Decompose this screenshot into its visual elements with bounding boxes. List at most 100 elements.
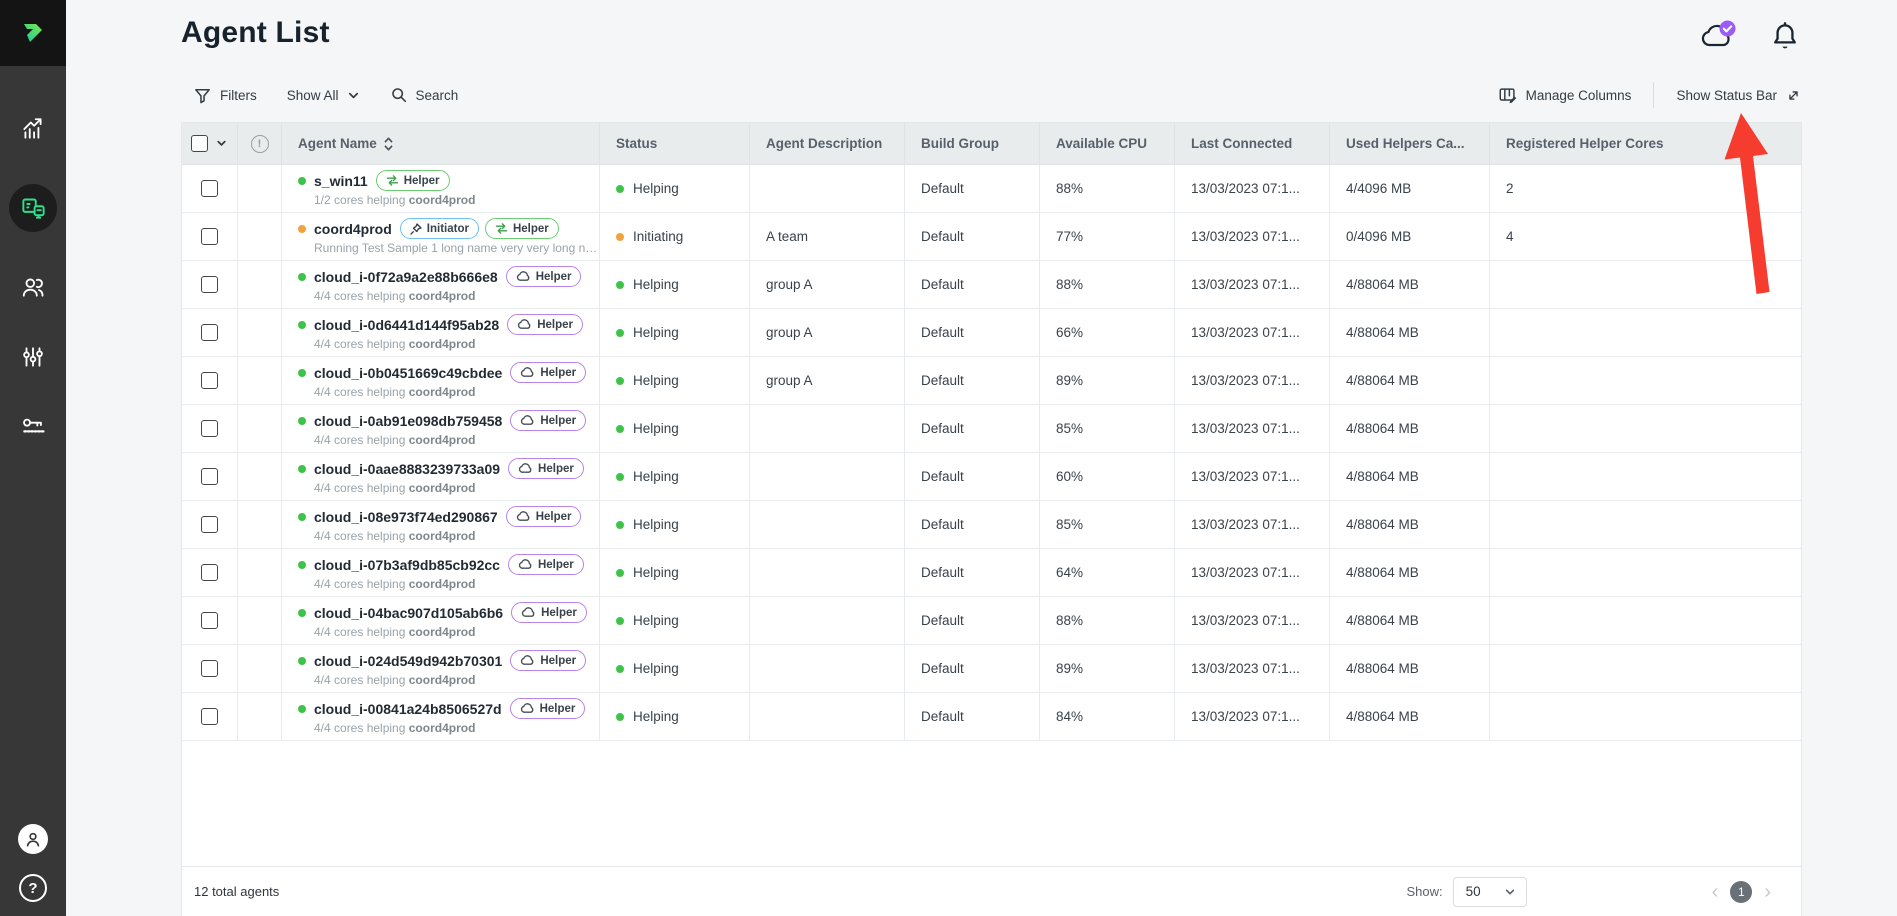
row-select-cell	[182, 549, 238, 596]
agent-name[interactable]: cloud_i-0aae8883239733a09	[314, 461, 500, 477]
profile-avatar[interactable]	[18, 824, 48, 854]
cloud-status-button[interactable]	[1698, 16, 1740, 56]
status-cell: Helping	[600, 261, 750, 308]
select-menu-chevron-icon[interactable]	[215, 137, 228, 150]
sidebar-item-license[interactable]	[18, 412, 48, 442]
prev-page-button[interactable]: ‹	[1712, 882, 1719, 902]
column-header-description[interactable]: Agent Description	[750, 123, 905, 164]
status-dot	[616, 425, 624, 433]
row-checkbox[interactable]	[201, 612, 218, 629]
agent-name-cell: cloud_i-0aae8883239733a09 Helper 4/4 cor…	[282, 453, 600, 500]
next-page-button[interactable]: ›	[1764, 882, 1771, 902]
sidebar-item-settings[interactable]	[18, 342, 48, 372]
sort-icon[interactable]	[383, 136, 394, 152]
build-group-cell: Default	[905, 165, 1040, 212]
row-checkbox[interactable]	[201, 276, 218, 293]
cloud-badge: Helper	[510, 650, 586, 671]
sidebar-item-users[interactable]	[18, 272, 48, 302]
build-group-cell: Default	[905, 405, 1040, 452]
search-button[interactable]: Search	[390, 86, 459, 104]
cloud-badge: Helper	[506, 506, 582, 527]
agent-name[interactable]: cloud_i-0f72a9a2e88b666e8	[314, 269, 498, 285]
agent-name[interactable]: cloud_i-0b0451669c49cbdee	[314, 365, 502, 381]
agent-name[interactable]: cloud_i-07b3af9db85cb92cc	[314, 557, 500, 573]
user-avatar-icon	[23, 829, 43, 849]
row-checkbox[interactable]	[201, 468, 218, 485]
last-connected-cell: 13/03/2023 07:1...	[1175, 165, 1330, 212]
agents-icon	[20, 195, 47, 222]
agent-name[interactable]: cloud_i-0d6441d144f95ab28	[314, 317, 499, 333]
table-row: cloud_i-0b0451669c49cbdee Helper 4/4 cor…	[182, 357, 1801, 405]
agent-name[interactable]: cloud_i-08e973f74ed290867	[314, 509, 498, 525]
agent-name-cell: coord4prod InitiatorHelper Running Test …	[282, 213, 600, 260]
column-header-registered-cores[interactable]: Registered Helper Cores	[1490, 123, 1801, 164]
row-checkbox[interactable]	[201, 324, 218, 341]
status-dot	[616, 233, 624, 241]
last-connected-cell: 13/03/2023 07:1...	[1175, 453, 1330, 500]
column-header-used-helpers[interactable]: Used Helpers Ca...	[1330, 123, 1490, 164]
used-helpers-cell: 4/88064 MB	[1330, 645, 1490, 692]
agent-name[interactable]: cloud_i-04bac907d105ab6b6	[314, 605, 503, 621]
agent-name[interactable]: cloud_i-00841a24b8506527d	[314, 701, 502, 717]
cloud-badge: Helper	[511, 602, 587, 623]
notifications-button[interactable]	[1770, 19, 1800, 53]
row-checkbox[interactable]	[201, 564, 218, 581]
agent-name[interactable]: s_win11	[314, 173, 368, 189]
manage-columns-button[interactable]: Manage Columns	[1498, 85, 1632, 105]
status-label: Helping	[633, 469, 679, 484]
agent-name[interactable]: cloud_i-0ab91e098db759458	[314, 413, 502, 429]
column-header-available-cpu[interactable]: Available CPU	[1040, 123, 1175, 164]
cloud-icon	[520, 655, 535, 666]
agent-dot	[298, 513, 306, 521]
app-logo[interactable]	[0, 0, 66, 66]
badge-label: Helper	[536, 511, 572, 523]
row-checkbox[interactable]	[201, 708, 218, 725]
sidebar-item-analytics[interactable]	[18, 114, 48, 144]
row-checkbox[interactable]	[201, 180, 218, 197]
search-icon	[390, 86, 408, 104]
available-cpu-cell: 66%	[1040, 309, 1175, 356]
cloud-badge: Helper	[508, 458, 584, 479]
help-button[interactable]: ?	[19, 874, 47, 902]
row-checkbox[interactable]	[201, 660, 218, 677]
row-checkbox[interactable]	[201, 420, 218, 437]
last-connected-cell: 13/03/2023 07:1...	[1175, 597, 1330, 644]
scope-dropdown[interactable]: Show All	[287, 88, 360, 103]
agent-name-cell: cloud_i-0f72a9a2e88b666e8 Helper 4/4 cor…	[282, 261, 600, 308]
status-dot	[616, 473, 624, 481]
column-header-last-connected[interactable]: Last Connected	[1175, 123, 1330, 164]
agent-name[interactable]: coord4prod	[314, 221, 392, 237]
row-select-cell	[182, 405, 238, 452]
table-header-row: ! Agent Name Status Agent Description Bu…	[182, 123, 1801, 165]
available-cpu-cell: 89%	[1040, 357, 1175, 404]
page-size-select[interactable]: 50	[1453, 877, 1527, 907]
description-cell: group A	[750, 261, 905, 308]
sidebar-item-agents[interactable]	[9, 184, 57, 232]
current-page-button[interactable]: 1	[1730, 881, 1752, 903]
build-group-cell: Default	[905, 309, 1040, 356]
swap-arrows-icon	[495, 223, 508, 234]
used-helpers-cell: 4/88064 MB	[1330, 405, 1490, 452]
row-alert-cell	[238, 309, 282, 356]
cloud-icon	[518, 463, 533, 474]
column-header-status[interactable]: Status	[600, 123, 750, 164]
badge-label: Helper	[538, 559, 574, 571]
select-all-checkbox[interactable]	[191, 135, 208, 152]
available-cpu-cell: 89%	[1040, 645, 1175, 692]
row-checkbox[interactable]	[201, 372, 218, 389]
status-dot	[616, 281, 624, 289]
filters-button[interactable]: Filters	[193, 86, 257, 105]
swap-badge: Helper	[376, 170, 450, 191]
cloud-badge: Helper	[510, 698, 586, 719]
column-header-agent-name[interactable]: Agent Name	[282, 123, 600, 164]
table-row: cloud_i-0aae8883239733a09 Helper 4/4 cor…	[182, 453, 1801, 501]
used-helpers-cell: 4/88064 MB	[1330, 357, 1490, 404]
column-header-build-group[interactable]: Build Group	[905, 123, 1040, 164]
row-checkbox[interactable]	[201, 228, 218, 245]
agent-name[interactable]: cloud_i-024d549d942b70301	[314, 653, 502, 669]
row-checkbox[interactable]	[201, 516, 218, 533]
show-status-bar-button[interactable]: Show Status Bar	[1676, 87, 1802, 104]
row-select-cell	[182, 501, 238, 548]
show-label: Show:	[1407, 884, 1443, 899]
cloud-icon	[521, 607, 536, 618]
